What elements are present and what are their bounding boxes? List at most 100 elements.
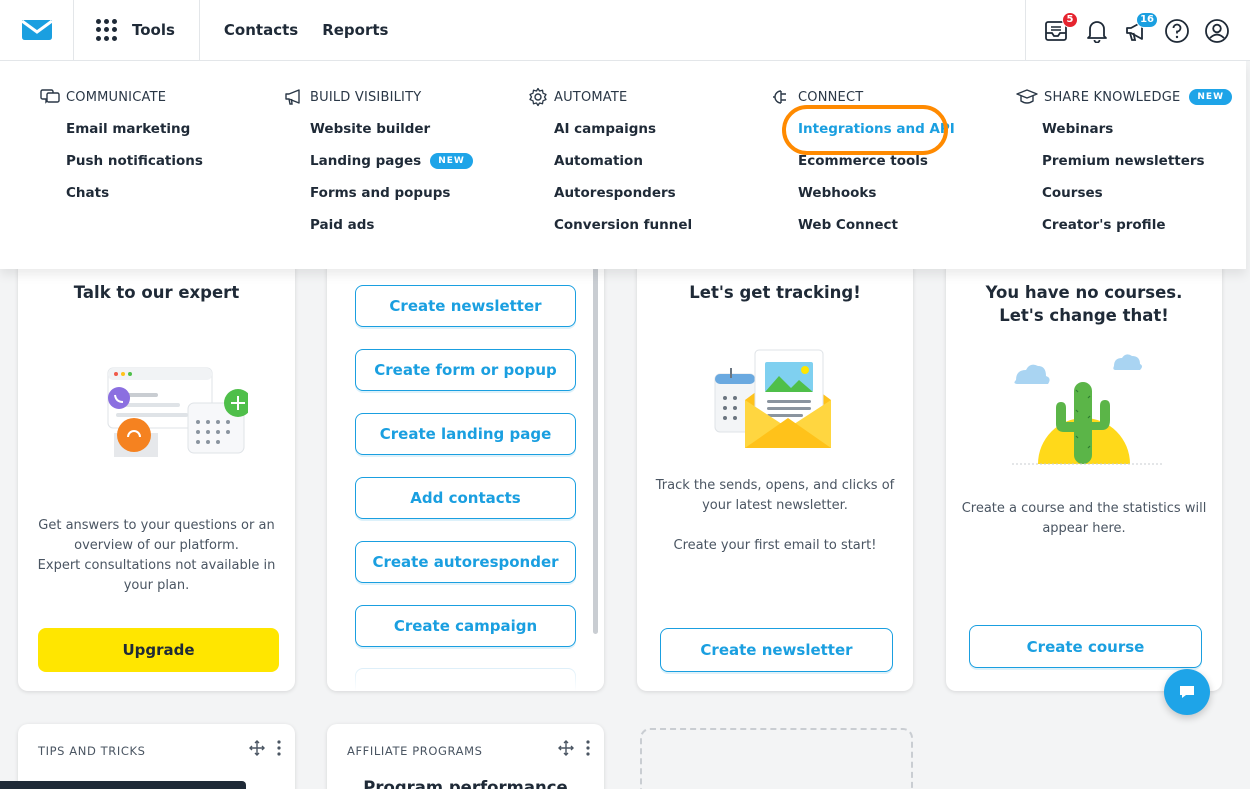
more-options-icon[interactable]	[277, 740, 281, 756]
menu-heading-automate: AUTOMATE	[554, 89, 628, 105]
menu-item-courses[interactable]: Courses	[1016, 177, 1232, 209]
courses-card-title-line: You have no courses.	[985, 283, 1183, 302]
menu-heading-connect: CONNECT	[798, 89, 864, 105]
expert-card-text-line: Expert consultations not available in	[37, 558, 276, 573]
menu-item-ai-campaigns[interactable]: AI campaigns	[528, 113, 692, 145]
bell-icon[interactable]	[1084, 18, 1110, 44]
menu-item-webinars[interactable]: Webinars	[1016, 113, 1232, 145]
more-options-icon[interactable]	[586, 740, 590, 756]
megaphone-small-icon	[285, 89, 300, 105]
tracking-card-text-line: Track the sends, opens, and clicks of	[655, 478, 895, 493]
create-newsletter-button[interactable]: Create newsletter	[355, 285, 576, 327]
tracking-card-text: Track the sends, opens, and clicks of yo…	[637, 476, 913, 556]
create-autoresponder-button[interactable]: Create autoresponder	[355, 541, 576, 583]
menu-heading-build-visibility: BUILD VISIBILITY	[310, 89, 422, 105]
menu-column-automate: AUTOMATE AI campaigns Automation Autores…	[528, 87, 692, 241]
tracking-card-title: Let's get tracking!	[689, 283, 861, 302]
menu-item-web-connect[interactable]: Web Connect	[772, 209, 955, 241]
menu-item-paid-ads[interactable]: Paid ads	[284, 209, 473, 241]
menu-item-email-marketing[interactable]: Email marketing	[40, 113, 203, 145]
menu-column-share-knowledge: SHARE KNOWLEDGE NEW Webinars Premium new…	[1016, 87, 1232, 241]
menu-column-build-visibility: BUILD VISIBILITY Website builder Landing…	[284, 87, 473, 241]
menu-item-landing-pages-label: Landing pages	[310, 153, 422, 169]
help-icon[interactable]	[1164, 18, 1190, 44]
courses-card-text-line: appear here.	[1042, 521, 1126, 536]
chat-bubble-icon	[1180, 686, 1194, 698]
plug-icon	[773, 90, 786, 104]
expert-card-text: Get answers to your questions or an over…	[18, 516, 295, 596]
move-icon[interactable]	[558, 740, 574, 756]
create-landing-page-button[interactable]: Create landing page	[355, 413, 576, 455]
expert-illustration-icon	[107, 367, 248, 457]
tips-and-tricks-widget: TIPS AND TRICKS	[18, 724, 295, 789]
menu-item-chats[interactable]: Chats	[40, 177, 203, 209]
graduation-cap-icon	[1016, 89, 1038, 104]
user-avatar-icon[interactable]	[1204, 18, 1230, 44]
expert-card-text-line: your plan.	[123, 578, 190, 593]
affiliate-programs-widget: AFFILIATE PROGRAMS Program performance	[327, 724, 604, 789]
tools-label: Tools	[132, 21, 175, 39]
megaphone-icon[interactable]: 16	[1124, 11, 1158, 44]
inbox-badge: 5	[1062, 11, 1078, 28]
new-badge: NEW	[1189, 89, 1232, 105]
nav-right-icons: 5 16	[1025, 0, 1230, 61]
menu-heading-share-knowledge: SHARE KNOWLEDGE	[1044, 89, 1181, 105]
expert-card-text-line: Get answers to your questions or an	[38, 518, 275, 533]
empty-widget-slot[interactable]	[640, 728, 913, 789]
nav-contacts[interactable]: Contacts	[224, 21, 298, 39]
top-navigation: Tools Contacts Reports 5 16	[0, 0, 1250, 61]
inbox-icon[interactable]: 5	[1044, 11, 1078, 44]
create-course-button[interactable]: Create course	[969, 625, 1202, 668]
tracking-card: Let's get tracking! Track the sends, ope…	[637, 240, 913, 691]
quick-actions-card: Create newsletter Create form or popup C…	[327, 240, 604, 691]
add-contacts-button[interactable]: Add contacts	[355, 477, 576, 519]
create-form-or-popup-button[interactable]: Create form or popup	[355, 349, 576, 391]
menu-item-landing-pages[interactable]: Landing pages NEW	[284, 145, 473, 177]
courses-card-text-line: Create a course and the statistics will	[961, 501, 1207, 516]
tracking-card-text-line: your latest newsletter.	[702, 498, 848, 513]
menu-item-premium-newsletters[interactable]: Premium newsletters	[1016, 145, 1232, 177]
announcements-badge: 16	[1136, 11, 1158, 28]
expert-card-text-line: overview of our platform.	[74, 538, 239, 553]
status-bar-url	[0, 781, 246, 789]
cactus-illustration-icon	[1012, 354, 1162, 465]
menu-item-automation[interactable]: Automation	[528, 145, 692, 177]
widget-label: TIPS AND TRICKS	[38, 744, 146, 758]
expert-card: Talk to our expert Get answers to your q…	[18, 240, 295, 691]
nav-reports[interactable]: Reports	[322, 21, 388, 39]
menu-item-conversion-funnel[interactable]: Conversion funnel	[528, 209, 692, 241]
newsletter-envelope-illustration-icon	[714, 349, 831, 448]
tools-menu-toggle[interactable]: Tools	[74, 0, 200, 61]
tools-mega-menu: COMMUNICATE Email marketing Push notific…	[0, 61, 1246, 269]
chat-button[interactable]	[1164, 669, 1210, 715]
courses-card: You have no courses. Let's change that! …	[946, 240, 1222, 691]
courses-card-text: Create a course and the statistics will …	[946, 499, 1222, 539]
fade-overlay	[327, 658, 604, 691]
menu-item-autoresponders[interactable]: Autoresponders	[528, 177, 692, 209]
courses-card-title-line: Let's change that!	[999, 306, 1169, 325]
gear-icon	[529, 87, 547, 107]
menu-item-website-builder[interactable]: Website builder	[284, 113, 473, 145]
menu-item-push-notifications[interactable]: Push notifications	[40, 145, 203, 177]
menu-item-creators-profile[interactable]: Creator's profile	[1016, 209, 1232, 241]
create-campaign-button[interactable]: Create campaign	[355, 605, 576, 647]
menu-heading-communicate: COMMUNICATE	[66, 89, 167, 105]
chat-bubbles-icon	[40, 89, 60, 104]
widget-label: AFFILIATE PROGRAMS	[347, 744, 483, 758]
menu-item-forms-and-popups[interactable]: Forms and popups	[284, 177, 473, 209]
create-newsletter-button[interactable]: Create newsletter	[660, 628, 893, 672]
courses-card-title: You have no courses. Let's change that!	[946, 281, 1222, 327]
expert-card-title: Talk to our expert	[73, 283, 240, 302]
upgrade-button[interactable]: Upgrade	[38, 628, 279, 672]
affiliate-widget-title: Program performance	[363, 778, 568, 789]
envelope-logo-icon	[20, 19, 53, 40]
new-badge: NEW	[430, 153, 473, 169]
move-icon[interactable]	[249, 740, 265, 756]
widget-tools	[558, 740, 590, 756]
tracking-card-text-line: Create your first email to start!	[673, 538, 877, 553]
highlight-ring	[782, 105, 948, 155]
getresponse-logo[interactable]	[0, 0, 74, 61]
scrollbar-thumb[interactable]	[593, 256, 598, 634]
menu-item-webhooks[interactable]: Webhooks	[772, 177, 955, 209]
menu-column-communicate: COMMUNICATE Email marketing Push notific…	[40, 87, 203, 209]
